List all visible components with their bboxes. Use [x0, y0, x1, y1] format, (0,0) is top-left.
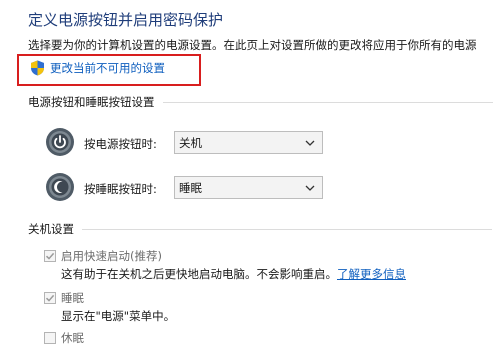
change-settings-link[interactable]: 更改当前不可用的设置 — [30, 60, 165, 76]
uac-shield-icon — [31, 60, 44, 76]
fast-startup-description-text: 这有助于在关机之后更快地启动电脑。不会影响重启。 — [61, 267, 337, 281]
sleep-button-action-value: 睡眠 — [179, 180, 202, 195]
change-settings-link-label: 更改当前不可用的设置 — [50, 61, 165, 75]
checkmark-icon — [45, 252, 55, 260]
power-buttons-section-heading: 电源按钮和睡眠按钮设置 — [28, 94, 493, 110]
power-buttons-section-label: 电源按钮和睡眠按钮设置 — [28, 95, 155, 109]
power-button-label: 按电源按钮时: — [84, 137, 157, 151]
sleep-button-action-select[interactable]: 睡眠 — [174, 176, 323, 199]
fast-startup-checkbox[interactable] — [44, 250, 56, 262]
checkmark-icon — [45, 294, 55, 302]
shutdown-section-heading: 关机设置 — [28, 221, 492, 237]
shutdown-section-label: 关机设置 — [28, 222, 74, 236]
sleep-icon — [46, 173, 74, 201]
learn-more-link[interactable]: 了解更多信息 — [337, 267, 406, 281]
sleep-option-description: 显示在"电源"菜单中。 — [61, 309, 176, 323]
power-icon — [46, 128, 74, 156]
page-title: 定义电源按钮并启用密码保护 — [28, 11, 224, 29]
page-description: 选择要为你的计算机设置的电源设置。在此页上对设置所做的更改将应用于你所有的电源 — [28, 38, 477, 52]
section-divider — [82, 228, 492, 230]
power-button-action-select[interactable]: 关机 — [174, 131, 323, 154]
sleep-option-label: 睡眠 — [61, 291, 84, 305]
hibernate-option-label: 休眠 — [61, 331, 84, 345]
chevron-down-icon — [305, 185, 315, 191]
fast-startup-label: 启用快速启动(推荐) — [61, 249, 162, 263]
section-divider — [162, 101, 493, 103]
chevron-down-icon — [305, 140, 315, 146]
fast-startup-description: 这有助于在关机之后更快地启动电脑。不会影响重启。了解更多信息 — [61, 266, 406, 282]
sleep-checkbox[interactable] — [44, 292, 56, 304]
sleep-button-label: 按睡眠按钮时: — [84, 182, 157, 196]
power-button-action-value: 关机 — [179, 135, 202, 150]
hibernate-checkbox[interactable] — [44, 332, 56, 344]
